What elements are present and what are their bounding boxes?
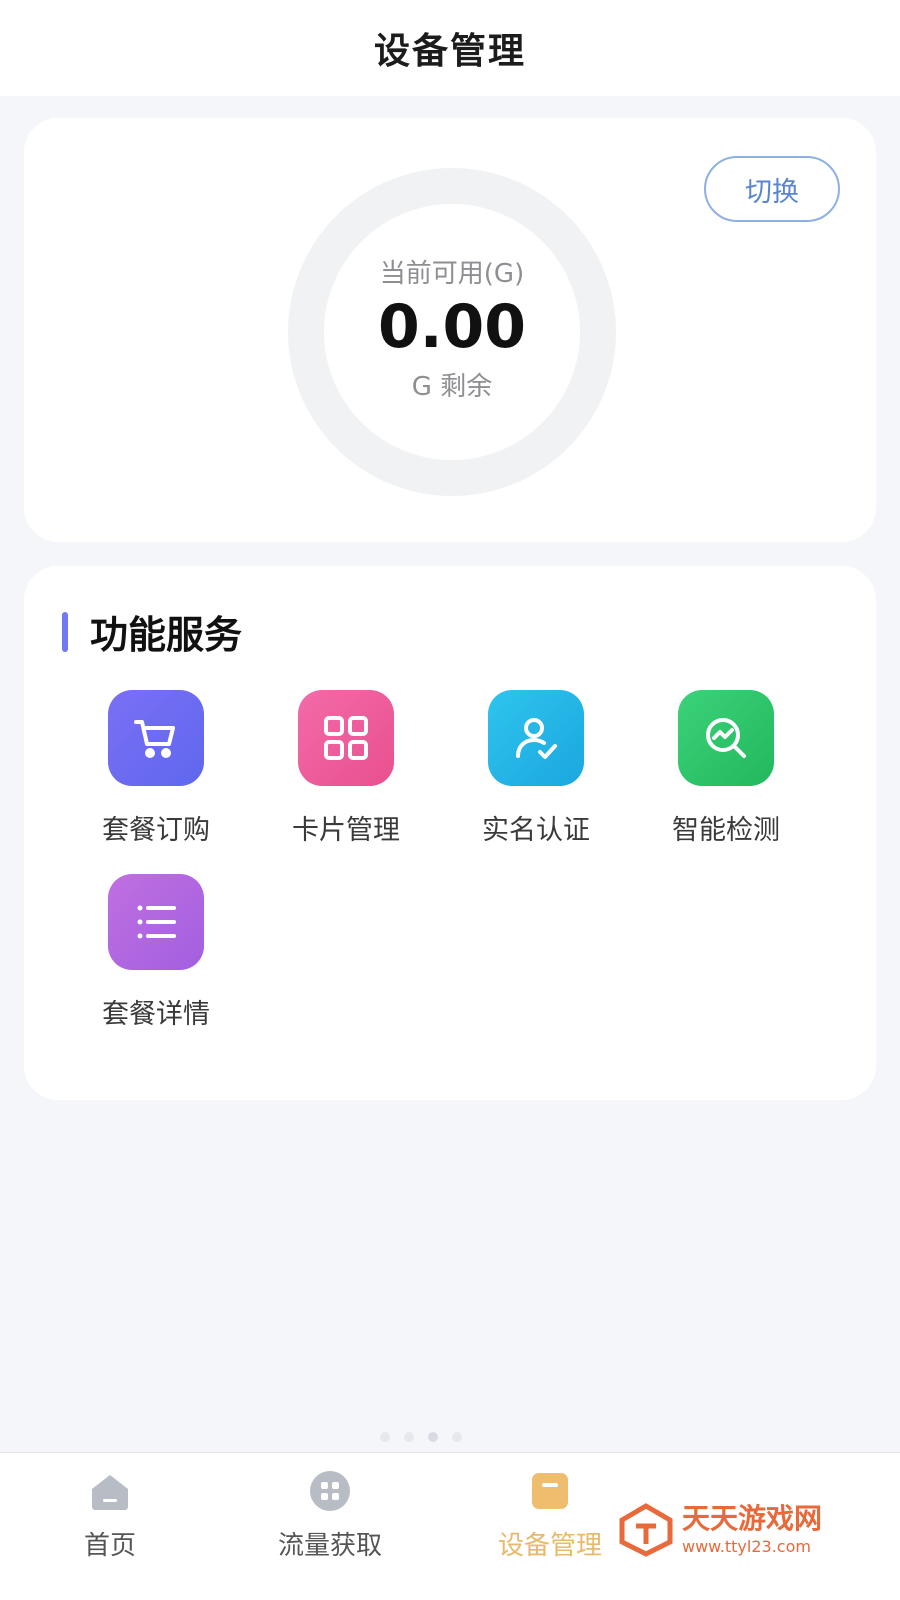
switch-button[interactable]: 切换	[704, 156, 840, 222]
pager-dot	[452, 1432, 462, 1442]
watermark-url: www.ttyl23.com	[682, 1536, 811, 1556]
page-title: 设备管理	[373, 31, 526, 72]
grid-icon	[298, 690, 394, 786]
service-package-detail[interactable]: 套餐详情	[58, 874, 254, 1031]
usage-ring: 当前可用(G) 0.00 G 剩余	[288, 168, 616, 496]
tab-traffic[interactable]: 流量获取	[240, 1469, 420, 1562]
service-label: 卡片管理	[292, 815, 400, 846]
usage-card: 切换 当前可用(G) 0.00 G 剩余	[24, 118, 876, 542]
watermark-logo-icon	[619, 1503, 673, 1557]
pager-dot	[380, 1432, 390, 1442]
watermark-title: 天天游戏网	[682, 1501, 823, 1535]
home-icon	[88, 1469, 132, 1513]
apps-icon	[308, 1469, 352, 1513]
section-accent-bar	[62, 611, 68, 652]
tab-home[interactable]: 首页	[20, 1469, 200, 1562]
usage-label: 当前可用(G)	[379, 259, 525, 289]
tab-device[interactable]: 设备管理	[460, 1469, 640, 1562]
service-label: 智能检测	[672, 815, 780, 846]
page-indicator	[380, 1432, 462, 1442]
pager-dot-active	[428, 1432, 438, 1442]
device-icon	[528, 1469, 572, 1513]
service-label: 套餐订购	[102, 815, 210, 846]
usage-unit: G 剩余	[411, 372, 493, 402]
service-smart-detect[interactable]: 智能检测	[628, 690, 824, 847]
services-card: 功能服务 套餐订购 卡片管理 实名认证 智能检测 套餐详情	[24, 566, 876, 1100]
tab-label: 流量获取	[277, 1531, 382, 1561]
service-package-order[interactable]: 套餐订购	[58, 690, 254, 847]
usage-value: 0.00	[377, 292, 527, 362]
service-real-name[interactable]: 实名认证	[438, 690, 634, 847]
service-card-management[interactable]: 卡片管理	[248, 690, 444, 847]
service-label: 实名认证	[482, 815, 590, 846]
tab-label: 首页	[83, 1531, 136, 1561]
tab-label: 设备管理	[497, 1531, 602, 1561]
search-chart-icon	[678, 690, 774, 786]
section-title: 功能服务	[90, 613, 243, 657]
service-label: 套餐详情	[102, 999, 210, 1030]
app-header: 设备管理	[0, 0, 900, 96]
pager-dot	[404, 1432, 414, 1442]
cart-icon	[108, 690, 204, 786]
watermark: 天天游戏网 www.ttyl23.com	[618, 1502, 822, 1558]
user-check-icon	[488, 690, 584, 786]
list-icon	[108, 874, 204, 970]
section-header: 功能服务	[62, 604, 242, 659]
